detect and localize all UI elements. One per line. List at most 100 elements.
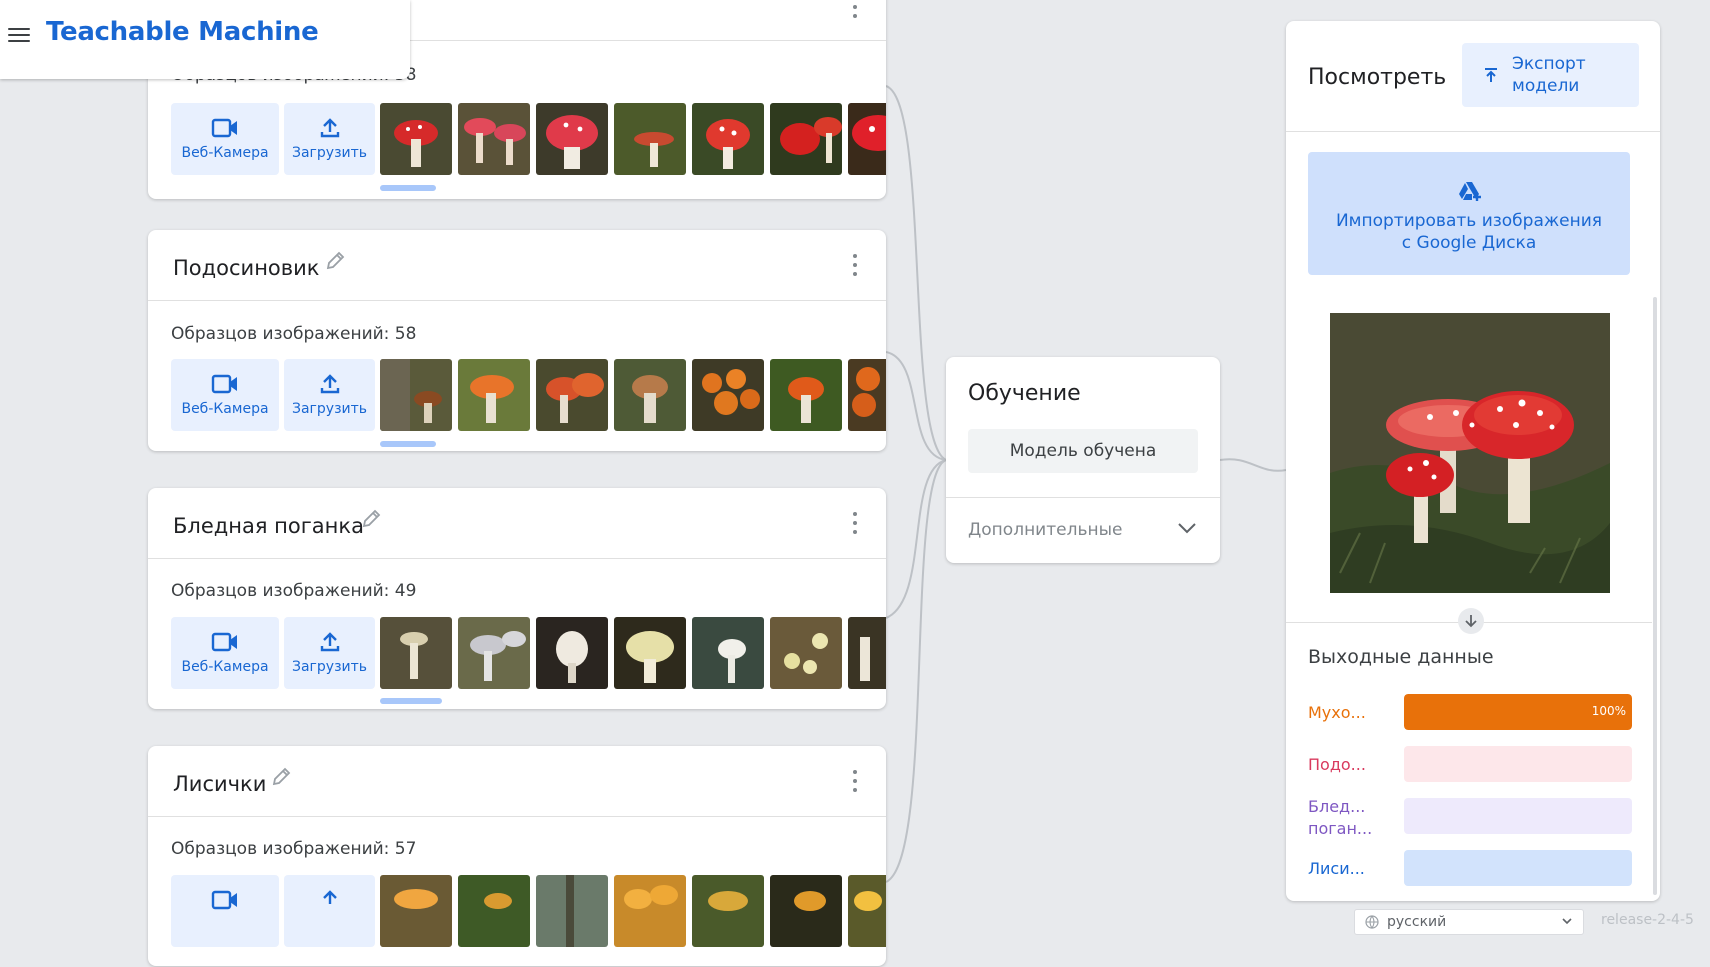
upload-button[interactable] [284,875,375,947]
thumbnail[interactable] [380,103,452,175]
upload-label: Загрузить [291,401,368,417]
thumbnail[interactable] [692,875,764,947]
output-label: Мухо... [1308,703,1366,722]
advanced-label[interactable]: Дополнительные [968,520,1122,540]
thumbnail-strip [380,359,886,433]
export-model-button[interactable]: Экспорт модели [1462,43,1639,107]
upload-icon [322,890,337,904]
thumbnail[interactable] [380,617,452,689]
kebab-menu-icon[interactable] [852,0,858,18]
video-camera-icon [211,374,237,394]
thumbnail[interactable] [536,359,608,431]
webcam-button[interactable]: Веб-Камера [171,617,279,689]
thumbnail[interactable] [848,103,886,175]
webcam-label: Веб-Камера [181,659,269,675]
language-select[interactable]: русский [1354,909,1584,935]
upload-icon [320,374,339,394]
output-row: Лиси... [1308,850,1638,888]
thumbnail-strip [380,103,886,177]
thumbnail[interactable] [458,359,530,431]
thumbnail-scroll-indicator[interactable] [380,441,436,447]
webcam-button[interactable] [171,875,279,947]
output-title: Выходные данные [1308,646,1494,668]
thumbnail[interactable] [770,359,842,431]
video-camera-icon [211,632,237,652]
thumbnail[interactable] [770,103,842,175]
thumbnail-scroll-indicator[interactable] [380,698,442,704]
thumbnail[interactable] [458,875,530,947]
class-name[interactable]: Бледная поганка [173,514,364,538]
class-card-2: Подосиновик Образцов изображений: 58 Веб… [148,230,886,451]
thumbnail[interactable] [848,875,886,947]
samples-count: Образцов изображений: 49 [171,581,417,601]
samples-count: Образцов изображений: 58 [171,324,417,344]
thumbnail-scroll-indicator[interactable] [380,185,436,191]
import-google-drive-button[interactable]: Импортировать изображения с Google Диска [1308,152,1630,275]
class-name[interactable]: Подосиновик [173,256,320,280]
thumbnail[interactable] [848,359,886,431]
google-drive-add-icon [1459,182,1481,201]
import-label-line2: с Google Диска [1401,233,1537,253]
class-card-3: Бледная поганка Образцов изображений: 49… [148,488,886,709]
video-camera-icon [211,118,237,138]
thumbnail[interactable] [380,875,452,947]
release-version: release-2-4-5 [1601,912,1694,928]
edit-pencil-icon[interactable] [324,250,346,272]
import-label-line1: Импортировать изображения [1335,211,1603,231]
kebab-menu-icon[interactable] [852,254,858,276]
thumbnail[interactable] [770,617,842,689]
class-card-header: Подосиновик [148,230,886,301]
edit-pencil-icon[interactable] [270,766,292,788]
thumbnail[interactable] [614,103,686,175]
upload-icon [320,118,339,138]
kebab-menu-icon[interactable] [852,512,858,534]
thumbnail[interactable] [380,359,452,431]
hamburger-menu-icon[interactable] [6,22,32,48]
export-label-line1: Экспорт [1512,54,1586,74]
class-card-header: Лисички [148,746,886,817]
upload-label: Загрузить [291,659,368,675]
thumbnail[interactable] [614,875,686,947]
upload-label: Загрузить [291,145,368,161]
confidence-bar: 100% [1404,694,1632,730]
thumbnail[interactable] [848,617,886,689]
training-card: Обучение Модель обучена Дополнительные [946,357,1220,563]
preview-scrollbar[interactable] [1653,297,1657,895]
chevron-down-icon [1562,918,1572,925]
chevron-down-icon[interactable] [1176,517,1198,539]
output-row: Подо... [1308,746,1638,784]
preview-panel: Посмотреть Экспорт модели Импортировать … [1286,21,1660,901]
thumbnail[interactable] [692,103,764,175]
thumbnail[interactable] [458,103,530,175]
upload-button[interactable]: Загрузить [284,359,375,431]
export-label-line2: модели [1512,76,1580,96]
thumbnail[interactable] [536,875,608,947]
thumbnail[interactable] [536,617,608,689]
upload-button[interactable]: Загрузить [284,103,375,175]
thumbnail[interactable] [692,359,764,431]
upload-button[interactable]: Загрузить [284,617,375,689]
thumbnail[interactable] [458,617,530,689]
webcam-label: Веб-Камера [181,145,269,161]
edit-pencil-icon[interactable] [360,508,382,530]
preview-image [1330,313,1610,593]
thumbnail[interactable] [692,617,764,689]
kebab-menu-icon[interactable] [852,770,858,792]
divider [946,497,1220,498]
webcam-button[interactable]: Веб-Камера [171,359,279,431]
video-camera-icon [211,890,237,910]
webcam-button[interactable]: Веб-Камера [171,103,279,175]
train-model-button[interactable]: Модель обучена [968,429,1198,473]
thumbnail[interactable] [614,359,686,431]
divider [1286,131,1660,132]
class-name[interactable]: Лисички [173,772,266,796]
thumbnail[interactable] [536,103,608,175]
confidence-bar [1404,746,1632,782]
app-title[interactable]: Teachable Machine [46,17,319,47]
class-card-4: Лисички Образцов изображений: 57 [148,746,886,966]
thumbnail[interactable] [770,875,842,947]
thumbnail[interactable] [614,617,686,689]
language-label: русский [1387,914,1447,930]
export-upload-icon [1485,68,1497,82]
upload-icon [320,632,339,652]
